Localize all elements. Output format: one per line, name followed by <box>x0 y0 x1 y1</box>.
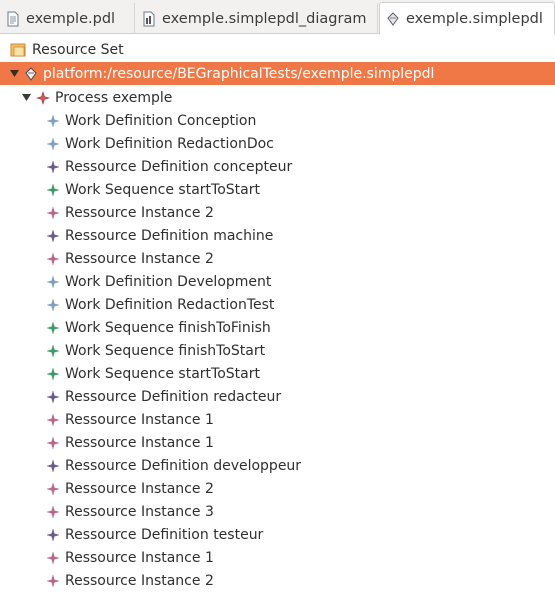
ressource-instance-icon <box>46 504 60 519</box>
tree-row-work-definition[interactable]: Work Definition Conception <box>46 109 256 132</box>
tree-row-ressource-definition[interactable]: Ressource Definition testeur <box>46 523 263 546</box>
tree-label: Process exemple <box>55 89 173 106</box>
tree-label: Work Definition RedactionTest <box>65 296 275 313</box>
tab-exemple-pdl[interactable]: exemple.pdl <box>0 3 135 34</box>
tree-row-process[interactable]: Process exemple <box>20 86 172 109</box>
tree-row-work-definition[interactable]: Work Definition RedactionDoc <box>46 132 274 155</box>
tree-row-ressource-instance[interactable]: Ressource Instance 2 <box>46 569 214 592</box>
tree-label: Work Definition RedactionDoc <box>65 135 274 152</box>
tree-row-ressource-definition[interactable]: Ressource Definition developpeur <box>46 454 301 477</box>
tree-row-ressource-definition[interactable]: Ressource Definition concepteur <box>46 155 292 178</box>
tree-row-ressource-instance[interactable]: Ressource Instance 2 <box>46 477 214 500</box>
ressource-definition-icon <box>46 389 60 404</box>
work-definition-icon <box>46 136 60 151</box>
tree-label: Work Definition Conception <box>65 112 257 129</box>
tree-row-work-sequence[interactable]: Work Sequence finishToFinish <box>46 316 271 339</box>
tree-label: Ressource Instance 2 <box>65 204 214 221</box>
ressource-instance-icon <box>46 412 60 427</box>
work-definition-icon <box>46 113 60 128</box>
tree-label: Ressource Instance 1 <box>65 549 214 566</box>
work-definition-icon <box>46 297 60 312</box>
tree-label: Work Definition Development <box>65 273 272 290</box>
ressource-definition-icon <box>46 458 60 473</box>
tab-label: exemple.simplepdl <box>406 10 543 27</box>
resource-set-icon <box>10 43 26 56</box>
ressource-instance-icon <box>46 481 60 496</box>
tree-row-work-definition[interactable]: Work Definition RedactionTest <box>46 293 274 316</box>
tree-row-ressource-instance[interactable]: Ressource Instance 1 <box>46 546 214 569</box>
ressource-instance-icon <box>46 573 60 588</box>
ressource-instance-icon <box>46 550 60 565</box>
tree-label: Ressource Instance 1 <box>65 411 214 428</box>
tree-label: platform:/resource/BEGraphicalTests/exem… <box>43 65 435 82</box>
work-sequence-icon <box>46 366 60 381</box>
work-sequence-icon <box>46 182 60 197</box>
tree-label: Resource Set <box>32 41 124 58</box>
tree-label: Ressource Definition testeur <box>65 526 264 543</box>
ressource-definition-icon <box>46 527 60 542</box>
ressource-instance-icon <box>46 435 60 450</box>
tree-row-ressource-instance[interactable]: Ressource Instance 1 <box>46 408 214 431</box>
tree-label: Work Sequence finishToFinish <box>65 319 271 336</box>
tree-row-ressource-instance[interactable]: Ressource Instance 2 <box>46 247 214 270</box>
tree-row-resource-set[interactable]: Resource Set <box>10 38 124 61</box>
expand-arrow-icon[interactable] <box>8 68 20 80</box>
ressource-definition-icon <box>46 159 60 174</box>
tree-row-ressource-instance[interactable]: Ressource Instance 2 <box>46 201 214 224</box>
tree-label: Ressource Definition concepteur <box>65 158 293 175</box>
tab-exemple-simplepdl[interactable]: exemple.simplepdl <box>379 2 555 35</box>
tree-row-ressource-instance[interactable]: Ressource Instance 1 <box>46 431 214 454</box>
tree-row-work-sequence[interactable]: Work Sequence finishToStart <box>46 339 265 362</box>
tree-label: Ressource Instance 2 <box>65 250 214 267</box>
tree-label: Ressource Definition redacteur <box>65 388 282 405</box>
text-file-icon <box>7 11 19 26</box>
work-sequence-icon <box>46 343 60 358</box>
work-sequence-icon <box>46 320 60 335</box>
tree-row-ressource-definition[interactable]: Ressource Definition machine <box>46 224 273 247</box>
tab-label: exemple.pdl <box>26 10 116 27</box>
ressource-definition-icon <box>46 228 60 243</box>
ressource-instance-icon <box>46 205 60 220</box>
tab-exemple-simplepdl-diagram[interactable]: exemple.simplepdl_diagram <box>136 3 378 34</box>
tree-label: Ressource Definition machine <box>65 227 274 244</box>
tree-row-ressource-instance[interactable]: Ressource Instance 3 <box>46 500 214 523</box>
resource-file-icon <box>25 66 37 81</box>
tree-label: Ressource Definition developpeur <box>65 457 302 474</box>
tree-row-work-sequence[interactable]: Work Sequence startToStart <box>46 362 260 385</box>
tree-label: Ressource Instance 2 <box>65 480 214 497</box>
expand-arrow-icon[interactable] <box>20 92 32 104</box>
tree-label: Work Sequence startToStart <box>65 181 260 198</box>
tree-row-work-sequence[interactable]: Work Sequence startToStart <box>46 178 260 201</box>
tree-label: Work Sequence finishToStart <box>65 342 266 359</box>
editor-tab-bar: exemple.pdl exemple.simplepdl_diagram ex… <box>0 0 555 35</box>
model-file-icon <box>387 11 399 26</box>
ressource-instance-icon <box>46 251 60 266</box>
tree-label: Ressource Instance 1 <box>65 434 214 451</box>
tree-label: Work Sequence startToStart <box>65 365 260 382</box>
diagram-file-icon <box>143 11 155 26</box>
process-icon <box>36 90 50 105</box>
resource-set-tree: Resource Set platform:/resource/BEGraphi… <box>0 35 555 608</box>
tree-row-ressource-definition[interactable]: Ressource Definition redacteur <box>46 385 281 408</box>
tab-label: exemple.simplepdl_diagram <box>162 10 367 27</box>
tree-row-resource[interactable]: platform:/resource/BEGraphicalTests/exem… <box>0 62 555 85</box>
tree-label: Ressource Instance 3 <box>65 503 214 520</box>
tree-row-work-definition[interactable]: Work Definition Development <box>46 270 271 293</box>
work-definition-icon <box>46 274 60 289</box>
tree-label: Ressource Instance 2 <box>65 572 214 589</box>
